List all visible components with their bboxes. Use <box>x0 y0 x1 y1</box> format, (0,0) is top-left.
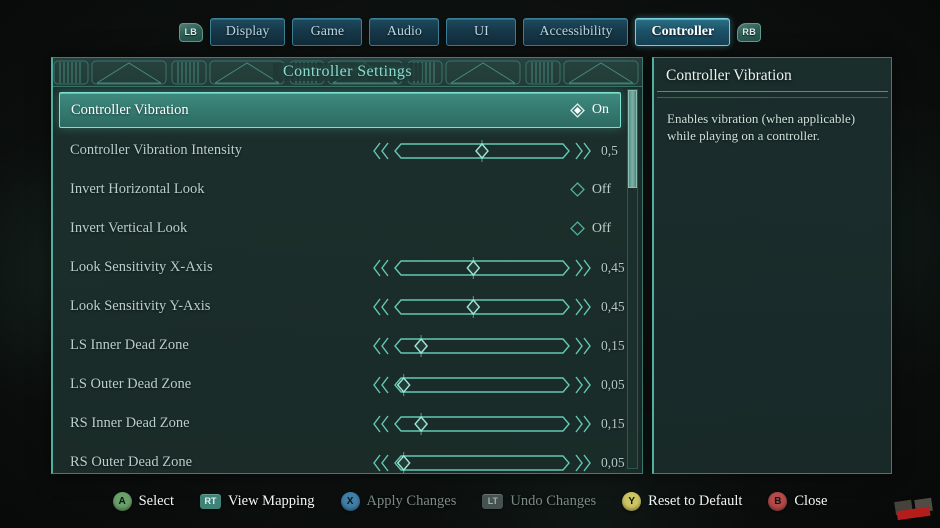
setting-label: Look Sensitivity Y-Axis <box>70 298 211 314</box>
setting-label: LS Inner Dead Zone <box>70 337 189 353</box>
button-glyph-lt-icon: LT <box>482 493 504 509</box>
scrollbar-thumb[interactable] <box>628 90 637 189</box>
toggle-value-text: Off <box>591 181 611 197</box>
hint-label: Reset to Default <box>648 492 743 509</box>
setting-row[interactable]: Controller Vibration Intensity 0,5 <box>53 131 627 170</box>
setting-row[interactable]: Controller Vibration On <box>59 92 621 128</box>
slider-graphic <box>373 139 591 162</box>
setting-row[interactable]: LS Outer Dead Zone 0,05 <box>53 365 627 404</box>
diamond-filled-icon <box>569 102 585 118</box>
panel-header: Controller Settings <box>53 58 642 87</box>
settings-scrollbar[interactable] <box>627 89 638 469</box>
setting-row[interactable]: Invert Horizontal Look Off <box>53 170 627 209</box>
setting-row[interactable]: Look Sensitivity X-Axis 0,45 <box>53 248 627 287</box>
settings-list-wrap: Controller Vibration On Controller Vibrati… <box>53 87 642 473</box>
diamond-hollow-icon <box>569 221 585 236</box>
slider-value: 0,5 <box>601 142 618 158</box>
hint-view-mapping[interactable]: RT View Mapping <box>200 493 315 510</box>
slider-value: 0,05 <box>601 376 625 392</box>
setting-label: Invert Vertical Look <box>70 220 188 236</box>
description-title: Controller Vibration <box>666 67 792 84</box>
slider-value: 0,45 <box>601 298 625 314</box>
setting-label: Controller Vibration Intensity <box>70 142 243 158</box>
toggle-value-text: On <box>591 102 609 117</box>
right-bumper-icon[interactable]: RB <box>737 22 762 42</box>
setting-label: RS Inner Dead Zone <box>70 415 190 431</box>
button-glyph-y-icon: Y <box>622 491 642 511</box>
slider-graphic <box>373 334 591 357</box>
hint-undo-changes[interactable]: LT Undo Changes <box>482 493 596 510</box>
hint-label: Apply Changes <box>366 492 457 509</box>
hint-select[interactable]: A Select <box>112 491 175 511</box>
background-ui-fragment <box>894 497 933 521</box>
tab-list: Display Game Audio UI Accessibility Controlle… <box>209 18 731 46</box>
slider-value: 0,15 <box>601 415 625 431</box>
slider-graphic <box>373 373 591 396</box>
slider-control[interactable] <box>373 256 591 279</box>
settings-panel: Controller Settings Controller Vibration… <box>51 57 643 474</box>
tab-accessibility[interactable]: Accessibility <box>523 18 629 46</box>
slider-control[interactable] <box>373 451 591 473</box>
description-panel: Controller Vibration Enables vibration (… <box>652 57 892 474</box>
button-glyph-rt-icon: RT <box>200 493 222 509</box>
description-divider <box>657 91 888 98</box>
setting-label: Look Sensitivity X-Axis <box>70 259 213 275</box>
setting-row[interactable]: Invert Vertical Look Off <box>53 209 627 248</box>
hint-label: Select <box>138 492 175 509</box>
button-glyph-a-icon: A <box>112 491 132 511</box>
hint-label: Close <box>794 492 828 509</box>
slider-value: 0,05 <box>601 454 625 470</box>
description-body: Enables vibration (when applicable) whil… <box>667 111 856 144</box>
slider-graphic <box>373 451 591 473</box>
toggle-control[interactable]: Off <box>569 181 611 198</box>
setting-row[interactable]: RS Inner Dead Zone 0,15 <box>53 404 627 443</box>
settings-list: Controller Vibration On Controller Vibrati… <box>53 87 627 473</box>
hint-close[interactable]: B Close <box>768 491 828 511</box>
hint-reset-to-default[interactable]: Y Reset to Default <box>622 491 743 511</box>
setting-label: Controller Vibration <box>71 101 189 118</box>
settings-tab-bar: LB Display Game Audio UI Accessibility Contro… <box>0 17 940 47</box>
toggle-control[interactable]: On <box>569 102 609 118</box>
panel-title: Controller Settings <box>53 58 642 86</box>
setting-label: RS Outer Dead Zone <box>70 454 193 470</box>
hint-label: View Mapping <box>228 492 315 509</box>
slider-control[interactable] <box>373 334 591 357</box>
toggle-control[interactable]: Off <box>569 220 611 237</box>
slider-graphic <box>373 295 591 318</box>
slider-control[interactable] <box>373 139 591 162</box>
toggle-value-text: Off <box>591 220 611 236</box>
tab-display[interactable]: Display <box>209 18 286 46</box>
hint-label: Undo Changes <box>510 492 597 509</box>
button-glyph-x-icon: X <box>340 491 360 511</box>
diamond-hollow-icon <box>569 182 585 197</box>
tab-audio[interactable]: Audio <box>369 18 440 46</box>
slider-value: 0,15 <box>601 337 625 353</box>
setting-row[interactable]: RS Outer Dead Zone 0,05 <box>53 443 627 473</box>
tab-game[interactable]: Game <box>292 18 363 46</box>
slider-value: 0,45 <box>601 259 625 275</box>
slider-control[interactable] <box>373 295 591 318</box>
panel-title-text: Controller Settings <box>273 63 422 81</box>
setting-row[interactable]: LS Inner Dead Zone 0,15 <box>53 326 627 365</box>
game-settings-screen: LB Display Game Audio UI Accessibility Contro… <box>0 0 940 528</box>
setting-row[interactable]: Look Sensitivity Y-Axis 0,45 <box>53 287 627 326</box>
button-glyph-b-icon: B <box>768 491 788 511</box>
slider-control[interactable] <box>373 412 591 435</box>
hint-apply-changes[interactable]: X Apply Changes <box>340 491 457 511</box>
setting-label: LS Outer Dead Zone <box>70 376 192 392</box>
slider-graphic <box>373 256 591 279</box>
left-bumper-icon[interactable]: LB <box>178 22 203 42</box>
tab-controller[interactable]: Controller <box>635 18 731 46</box>
setting-label: Invert Horizontal Look <box>70 181 205 197</box>
tab-ui[interactable]: UI <box>446 18 517 46</box>
slider-control[interactable] <box>373 373 591 396</box>
slider-graphic <box>373 412 591 435</box>
button-hint-bar: A Select RT View Mapping X Apply Changes LT Und… <box>0 488 940 514</box>
